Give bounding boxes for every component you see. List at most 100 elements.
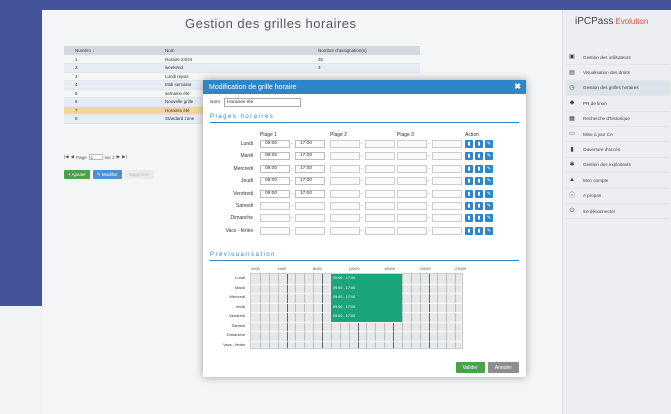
range-3-start-input[interactable] <box>397 202 427 210</box>
range-1-end-input[interactable] <box>295 202 325 210</box>
range-3-start-input[interactable] <box>397 177 427 186</box>
range-2-start-input[interactable] <box>330 189 360 198</box>
range-3-start-input[interactable] <box>397 140 427 148</box>
range-1-end-input[interactable]: 17:00 <box>295 152 325 161</box>
edit-icon[interactable]: ✎ <box>485 226 493 235</box>
range-2-end-input[interactable] <box>365 226 395 235</box>
edit-icon[interactable]: ✎ <box>485 202 493 210</box>
paste-icon[interactable]: ▮ <box>475 177 483 186</box>
sidebar-item-4[interactable]: ▦ Recherche d'historique <box>566 112 670 127</box>
range-2-start-input[interactable] <box>330 202 360 210</box>
range-1-start-input[interactable]: 09:00 <box>260 164 290 173</box>
sidebar-item-6[interactable]: ▮ Ouverture d'accès <box>566 142 670 158</box>
range-1-start-input[interactable] <box>260 214 290 223</box>
range-2-end-input[interactable] <box>365 214 395 223</box>
range-3-end-input[interactable] <box>432 202 462 210</box>
range-2-end-input[interactable] <box>365 189 395 198</box>
edit-icon[interactable]: ✎ <box>485 140 493 148</box>
range-1-start-input[interactable]: 09:00 <box>260 152 290 161</box>
paste-icon[interactable]: ▮ <box>475 226 483 235</box>
range-1-start-input[interactable]: 09:00 <box>260 177 290 186</box>
range-3-start-input[interactable] <box>397 214 427 223</box>
first-page-button[interactable]: |◀ <box>64 154 69 160</box>
range-1-start-input[interactable]: 09:00 <box>260 189 290 198</box>
range-3-start-input[interactable] <box>397 164 427 173</box>
copy-icon[interactable]: ▮ <box>465 214 473 223</box>
range-2-end-input[interactable] <box>365 202 395 210</box>
cancel-button[interactable]: Annuler <box>487 362 519 373</box>
range-1-start-input[interactable] <box>260 226 290 235</box>
range-2-end-input[interactable] <box>365 140 395 148</box>
sidebar-item-8[interactable]: ▲ Mon compte <box>566 173 670 189</box>
range-1-end-input[interactable]: 17:00 <box>295 164 325 173</box>
paste-icon[interactable]: ▮ <box>475 214 483 223</box>
sidebar-item-10[interactable]: ⏻ Se déconnecter <box>566 204 670 220</box>
range-2-start-input[interactable] <box>330 164 360 173</box>
range-1-end-input[interactable] <box>295 226 325 235</box>
edit-icon[interactable]: ✎ <box>485 152 493 161</box>
edit-icon[interactable]: ✎ <box>485 214 493 223</box>
delete-button[interactable]: Supprimer <box>124 170 154 179</box>
range-2-start-input[interactable] <box>330 177 360 186</box>
range-3-end-input[interactable] <box>432 152 462 161</box>
paste-icon[interactable]: ▮ <box>475 164 483 173</box>
range-2-end-input[interactable] <box>365 177 395 186</box>
sidebar-item-2[interactable]: ◷ Gestion des grilles horaires <box>566 80 670 97</box>
range-2-start-input[interactable] <box>330 214 360 223</box>
paste-icon[interactable]: ▮ <box>475 140 483 148</box>
table-row[interactable]: 1 Horaire 24/24 30 <box>64 55 420 64</box>
range-1-end-input[interactable]: 17:00 <box>295 189 325 198</box>
range-1-start-input[interactable]: 09:00 <box>260 140 290 148</box>
sidebar-item-7[interactable]: ✱ Gestion des exploitants <box>566 158 670 174</box>
range-3-start-input[interactable] <box>397 152 427 161</box>
next-page-button[interactable]: ▶ <box>117 154 120 160</box>
sidebar-item-3[interactable]: ◆ PR de linon <box>566 96 670 112</box>
copy-icon[interactable]: ▮ <box>465 189 473 198</box>
page-input[interactable]: 1 <box>88 154 103 160</box>
range-3-start-input[interactable] <box>397 226 427 235</box>
last-page-button[interactable]: ▶| <box>122 154 127 160</box>
range-2-start-input[interactable] <box>330 226 360 235</box>
name-input[interactable]: Horaires été <box>224 98 302 107</box>
paste-icon[interactable]: ▮ <box>475 202 483 210</box>
paste-icon[interactable]: ▮ <box>475 152 483 161</box>
sidebar-item-9[interactable]: ⓘ A propos <box>566 189 670 204</box>
edit-icon[interactable]: ✎ <box>485 177 493 186</box>
range-2-start-input[interactable] <box>330 140 360 148</box>
range-3-end-input[interactable] <box>432 177 462 186</box>
copy-icon[interactable]: ▮ <box>465 226 473 235</box>
sidebar-item-1[interactable]: ▤ Visualisation des droits <box>566 65 670 81</box>
range-3-end-input[interactable] <box>432 189 462 198</box>
range-2-end-input[interactable] <box>365 164 395 173</box>
prev-page-button[interactable]: ◀ <box>71 154 74 160</box>
range-3-end-input[interactable] <box>432 140 462 148</box>
column-header-count[interactable]: Nombre d'assignation(s) <box>307 46 420 55</box>
range-1-end-input[interactable]: 17:00 <box>295 140 325 148</box>
close-icon[interactable]: ✖ <box>514 82 521 91</box>
copy-icon[interactable]: ▮ <box>465 140 473 148</box>
table-row[interactable]: 2 weekend 3 <box>64 63 420 73</box>
copy-icon[interactable]: ▮ <box>465 202 473 210</box>
add-button[interactable]: + Ajouter <box>64 170 90 179</box>
range-1-end-input[interactable] <box>295 214 325 223</box>
range-3-end-input[interactable] <box>432 214 462 223</box>
paste-icon[interactable]: ▮ <box>475 189 483 198</box>
range-3-start-input[interactable] <box>397 189 427 198</box>
edit-button[interactable]: ✎ Modifier <box>92 170 122 179</box>
range-1-end-input[interactable]: 17:00 <box>295 177 325 186</box>
range-2-end-input[interactable] <box>365 152 395 161</box>
copy-icon[interactable]: ▮ <box>465 152 473 161</box>
copy-icon[interactable]: ▮ <box>465 164 473 173</box>
range-3-end-input[interactable] <box>432 164 462 173</box>
range-3-end-input[interactable] <box>432 226 462 235</box>
edit-icon[interactable]: ✎ <box>485 164 493 173</box>
copy-icon[interactable]: ▮ <box>465 177 473 186</box>
range-2-start-input[interactable] <box>330 152 360 161</box>
sidebar-item-5[interactable]: ▭ Mise à jour CA <box>566 127 670 143</box>
validate-button[interactable]: Valider <box>455 362 485 373</box>
range-1-start-input[interactable] <box>260 202 290 210</box>
edit-icon[interactable]: ✎ <box>485 189 493 198</box>
sidebar-item-0[interactable]: ▣ Gestion des utilisateurs <box>566 50 670 66</box>
column-header-name[interactable]: Nom <box>154 46 307 55</box>
column-header-number[interactable]: Numéro ↓ <box>64 46 154 55</box>
